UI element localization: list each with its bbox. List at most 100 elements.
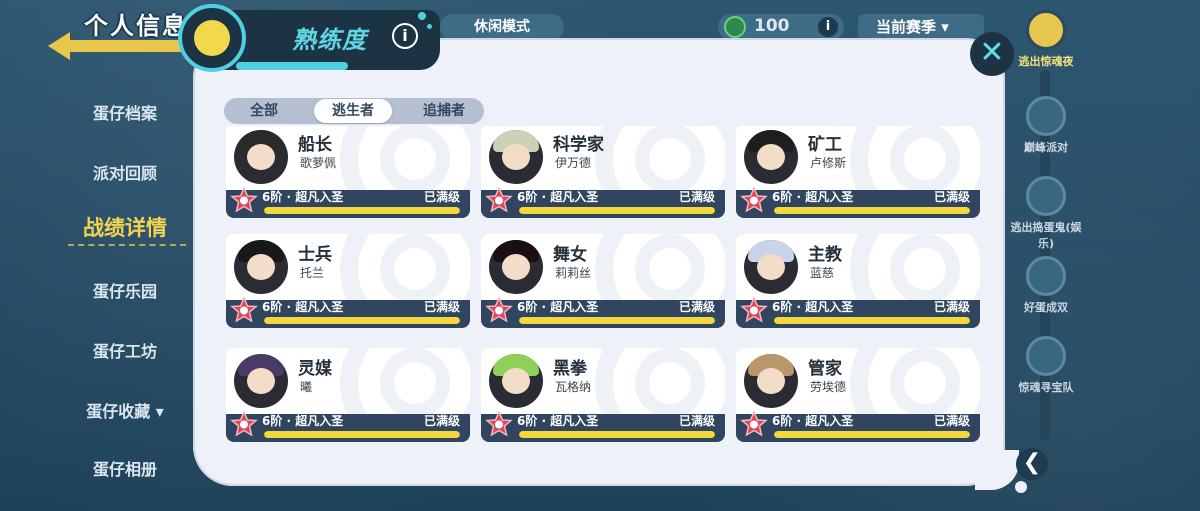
character-card[interactable]: 矿工 卢修斯 6阶 · 超凡入圣 已满级 bbox=[736, 126, 980, 218]
character-avatar bbox=[234, 130, 288, 184]
progress-fill bbox=[264, 207, 460, 214]
progress-track bbox=[264, 317, 460, 324]
progress-fill bbox=[264, 317, 460, 324]
chevron-down-icon: ▾ bbox=[150, 402, 164, 421]
coin-counter: 100 i bbox=[718, 14, 844, 40]
mode-label: 惊魂寻宝队 bbox=[1018, 381, 1074, 394]
progress-fill bbox=[264, 431, 460, 438]
card-swirl-decor bbox=[635, 348, 705, 418]
avatar-face bbox=[247, 144, 275, 170]
level-status: 已满级 bbox=[678, 190, 715, 204]
rank-text: 6阶 · 超凡入圣 bbox=[262, 300, 344, 314]
character-card[interactable]: 科学家 伊万德 6阶 · 超凡入圣 已满级 bbox=[481, 126, 725, 218]
avatar-face bbox=[502, 144, 530, 170]
character-card[interactable]: 士兵 托兰 6阶 · 超凡入圣 已满级 bbox=[226, 234, 470, 328]
level-status: 已满级 bbox=[933, 300, 970, 314]
mode-treasure-team[interactable]: 惊魂寻宝队 bbox=[1008, 336, 1084, 395]
level-status: 已满级 bbox=[678, 300, 715, 314]
mode-escape-night[interactable]: 逃出惊魂夜 bbox=[1008, 10, 1084, 69]
level-status: 已满级 bbox=[933, 190, 970, 204]
tab-survivors[interactable]: 逃生者 bbox=[314, 99, 392, 123]
nav-item-profile[interactable]: 蛋仔档案 bbox=[60, 100, 190, 124]
nav-item-collection[interactable]: 蛋仔收藏 ▾ bbox=[60, 398, 190, 422]
back-arrow-icon bbox=[48, 32, 70, 60]
season-label: 当前赛季 bbox=[876, 18, 937, 36]
character-real-name: 歌萝佩 bbox=[300, 156, 337, 170]
escape-night-icon bbox=[1026, 10, 1066, 50]
card-swirl-decor bbox=[380, 234, 450, 304]
card-swirl-decor bbox=[890, 234, 960, 304]
character-real-name: 曦 bbox=[300, 380, 313, 394]
proficiency-bar: 6阶 · 超凡入圣 已满级 bbox=[481, 186, 725, 218]
header-decor-dot bbox=[418, 12, 426, 20]
mode-peak-party[interactable]: 巅峰派对 bbox=[1008, 96, 1084, 155]
character-card[interactable]: 管家 劳埃德 6阶 · 超凡入圣 已满级 bbox=[736, 348, 980, 442]
avatar-face bbox=[757, 254, 785, 280]
card-swirl-decor bbox=[635, 234, 705, 304]
rank-badge-icon bbox=[229, 410, 259, 440]
character-real-name: 蓝慈 bbox=[810, 266, 835, 280]
rank-text: 6阶 · 超凡入圣 bbox=[517, 414, 599, 428]
character-card[interactable]: 黑拳 瓦格纳 6阶 · 超凡入圣 已满级 bbox=[481, 348, 725, 442]
mode-strip: 逃出惊魂夜 巅峰派对 逃出捣蛋鬼(娱乐) 好蛋成双 惊魂寻宝队 bbox=[1002, 10, 1088, 450]
avatar-face bbox=[757, 368, 785, 394]
character-card[interactable]: 船长 歌萝佩 6阶 · 超凡入圣 已满级 bbox=[226, 126, 470, 218]
rank-badge-icon bbox=[229, 186, 259, 216]
collapse-button[interactable]: ❮ bbox=[1016, 448, 1048, 480]
rank-text: 6阶 · 超凡入圣 bbox=[772, 190, 854, 204]
progress-fill bbox=[519, 317, 715, 324]
chevron-down-icon: ▾ bbox=[941, 18, 949, 36]
progress-track bbox=[519, 317, 715, 324]
progress-track bbox=[774, 431, 970, 438]
progress-track bbox=[774, 317, 970, 324]
character-name: 士兵 bbox=[298, 245, 332, 265]
proficiency-bar: 6阶 · 超凡入圣 已满级 bbox=[481, 410, 725, 442]
rank-badge-icon bbox=[484, 410, 514, 440]
nav-item-party-review[interactable]: 派对回顾 bbox=[60, 160, 190, 184]
progress-track bbox=[519, 207, 715, 214]
tab-all[interactable]: 全部 bbox=[224, 98, 304, 124]
season-dropdown[interactable]: 当前赛季 ▾ bbox=[858, 14, 984, 40]
character-card[interactable]: 舞女 莉莉丝 6阶 · 超凡入圣 已满级 bbox=[481, 234, 725, 328]
role-tabs: 全部 逃生者 追捕者 bbox=[224, 98, 484, 124]
tab-hunters[interactable]: 追捕者 bbox=[404, 98, 484, 124]
character-real-name: 瓦格纳 bbox=[555, 380, 592, 394]
rank-badge-icon bbox=[484, 296, 514, 326]
header-decor-dot bbox=[427, 24, 432, 29]
mode-selector[interactable]: 休闲模式 bbox=[440, 14, 564, 40]
close-button[interactable]: ✕ bbox=[970, 32, 1014, 76]
character-card[interactable]: 灵媒曦 6阶 · 超凡入圣 已满级 bbox=[226, 348, 470, 442]
avatar-face bbox=[502, 254, 530, 280]
character-name: 矿工 bbox=[808, 135, 842, 155]
info-icon[interactable]: i bbox=[392, 23, 418, 49]
proficiency-bar: 6阶 · 超凡入圣 已满级 bbox=[736, 296, 980, 328]
level-status: 已满级 bbox=[423, 300, 460, 314]
card-swirl-decor bbox=[380, 348, 450, 418]
card-swirl-decor bbox=[635, 126, 705, 194]
rank-text: 6阶 · 超凡入圣 bbox=[262, 414, 344, 428]
rank-badge-icon bbox=[739, 296, 769, 326]
progress-track bbox=[264, 207, 460, 214]
card-swirl-decor bbox=[380, 126, 450, 194]
mode-escape-troublemaker[interactable]: 逃出捣蛋鬼(娱乐) bbox=[1008, 176, 1084, 251]
coin-info-icon[interactable]: i bbox=[818, 17, 838, 37]
character-real-name: 卢修斯 bbox=[810, 156, 847, 170]
mode-label: 巅峰派对 bbox=[1024, 141, 1068, 154]
proficiency-icon-face bbox=[194, 20, 230, 56]
nav-item-record-details[interactable]: 战绩详情 bbox=[60, 212, 190, 242]
character-name: 舞女 bbox=[553, 245, 587, 265]
mode-good-pair[interactable]: 好蛋成双 bbox=[1008, 256, 1084, 315]
nav-item-album[interactable]: 蛋仔相册 bbox=[60, 456, 190, 480]
character-real-name: 莉莉丝 bbox=[555, 266, 592, 280]
character-real-name: 托兰 bbox=[300, 266, 325, 280]
rank-badge-icon bbox=[229, 296, 259, 326]
character-avatar bbox=[489, 240, 543, 294]
nav-item-workshop[interactable]: 蛋仔工坊 bbox=[60, 338, 190, 362]
rank-text: 6阶 · 超凡入圣 bbox=[517, 300, 599, 314]
nav-item-paradise[interactable]: 蛋仔乐园 bbox=[60, 278, 190, 302]
progress-fill bbox=[774, 207, 970, 214]
character-card[interactable]: 主教 蓝慈 6阶 · 超凡入圣 已满级 bbox=[736, 234, 980, 328]
level-status: 已满级 bbox=[678, 414, 715, 428]
character-name: 科学家 bbox=[553, 135, 604, 155]
back-arrow-bar bbox=[68, 40, 188, 52]
